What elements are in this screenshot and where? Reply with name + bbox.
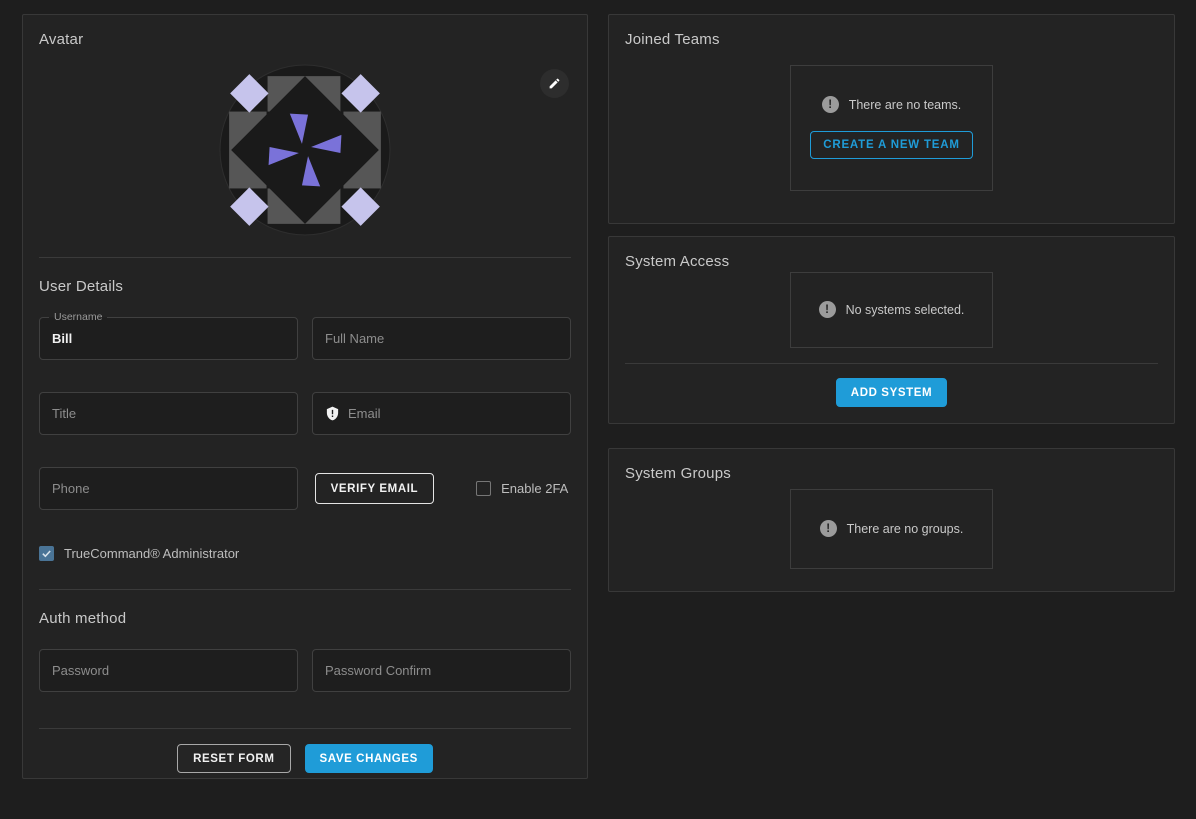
page: Avatar [0, 0, 1196, 779]
divider [39, 589, 571, 590]
system-groups-empty-box: ! There are no groups. [790, 489, 993, 569]
add-system-button[interactable]: ADD SYSTEM [836, 378, 947, 407]
system-access-footer: ADD SYSTEM [625, 363, 1158, 407]
username-input[interactable] [52, 331, 285, 346]
divider [39, 728, 571, 729]
system-access-empty-text: No systems selected. [846, 303, 965, 317]
system-groups-title: System Groups [625, 465, 1158, 482]
edit-avatar-button[interactable] [540, 69, 569, 98]
system-access-title: System Access [625, 253, 1158, 270]
password-field [39, 649, 298, 692]
title-input[interactable] [52, 406, 285, 421]
verify-2fa-cell: VERIFY EMAIL Enable 2FA [312, 467, 571, 510]
enable-2fa-checkbox-row[interactable]: Enable 2FA [476, 481, 568, 496]
admin-checkbox[interactable] [39, 546, 54, 561]
alert-icon: ! [822, 96, 839, 113]
user-details-title: User Details [39, 278, 571, 295]
avatar [39, 64, 571, 236]
joined-teams-empty-text: There are no teams. [849, 98, 962, 112]
joined-teams-title: Joined Teams [625, 31, 1158, 48]
joined-teams-empty-row: ! There are no teams. [822, 96, 962, 113]
email-field [312, 392, 571, 435]
password-input[interactable] [52, 663, 285, 678]
shield-alert-icon [325, 406, 340, 421]
password-confirm-input[interactable] [325, 663, 558, 678]
system-access-card: System Access ! No systems selected. ADD… [608, 236, 1175, 424]
phone-field [39, 467, 298, 510]
system-access-empty-row: ! No systems selected. [819, 301, 965, 318]
auth-fields [39, 649, 571, 692]
user-profile-card: Avatar [22, 14, 588, 779]
check-icon [41, 548, 52, 559]
avatar-section-title: Avatar [39, 31, 571, 48]
alert-icon: ! [820, 520, 837, 537]
enable-2fa-label: Enable 2FA [501, 481, 568, 496]
joined-teams-body: ! There are no teams. CREATE A NEW TEAM [625, 48, 1158, 207]
password-confirm-field [312, 649, 571, 692]
system-groups-empty-row: ! There are no groups. [820, 520, 964, 537]
admin-checkbox-row[interactable]: TrueCommand® Administrator [39, 546, 571, 561]
system-groups-body: ! There are no groups. [625, 482, 1158, 575]
system-groups-card: System Groups ! There are no groups. [608, 448, 1175, 592]
verify-email-button[interactable]: VERIFY EMAIL [315, 473, 435, 504]
enable-2fa-checkbox[interactable] [476, 481, 491, 496]
save-changes-button[interactable]: SAVE CHANGES [305, 744, 433, 773]
joined-teams-empty-box: ! There are no teams. CREATE A NEW TEAM [790, 65, 993, 191]
auth-method-title: Auth method [39, 610, 571, 627]
full-name-input[interactable] [325, 331, 558, 346]
avatar-identicon-image [219, 64, 391, 236]
user-details-fields: Username VERIFY EMAIL [39, 317, 571, 510]
joined-teams-card: Joined Teams ! There are no teams. CREAT… [608, 14, 1175, 224]
full-name-field [312, 317, 571, 360]
create-team-button[interactable]: CREATE A NEW TEAM [810, 131, 972, 159]
username-label: Username [49, 310, 107, 325]
alert-icon: ! [819, 301, 836, 318]
system-groups-empty-text: There are no groups. [847, 522, 964, 536]
right-column: Joined Teams ! There are no teams. CREAT… [608, 14, 1175, 779]
email-input[interactable] [348, 406, 558, 421]
form-actions: RESET FORM SAVE CHANGES [39, 744, 571, 773]
system-access-empty-box: ! No systems selected. [790, 272, 993, 348]
reset-form-button[interactable]: RESET FORM [177, 744, 290, 773]
username-field: Username [39, 317, 298, 360]
avatar-section: Avatar [39, 31, 571, 258]
system-access-body: ! No systems selected. [625, 270, 1158, 349]
title-field [39, 392, 298, 435]
phone-input[interactable] [52, 481, 285, 496]
divider [39, 257, 571, 258]
pencil-icon [548, 77, 561, 90]
admin-label: TrueCommand® Administrator [64, 546, 239, 561]
